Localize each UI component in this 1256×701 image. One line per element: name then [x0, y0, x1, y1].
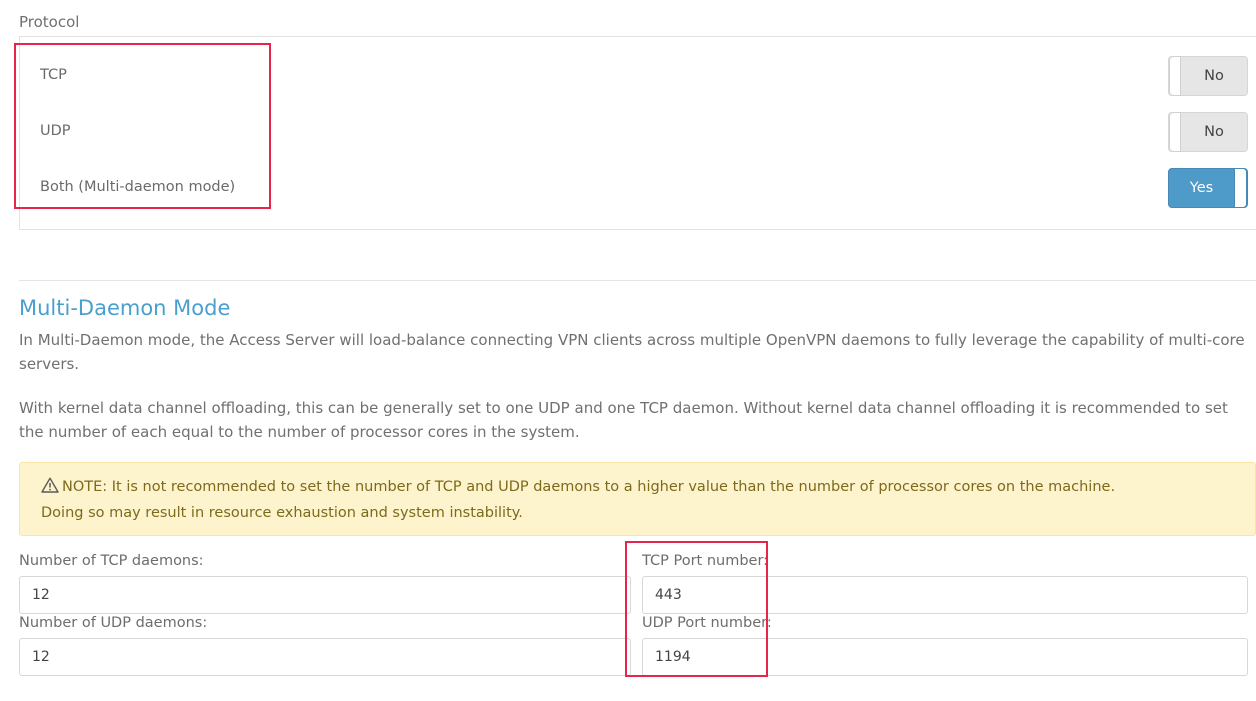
toggle-knob — [1169, 56, 1181, 96]
warning-triangle-icon — [41, 477, 59, 501]
udp-toggle[interactable]: No — [1168, 112, 1248, 152]
highlight-box-protocols — [14, 43, 271, 209]
description-paragraph-2: With kernel data channel offloading, thi… — [19, 399, 1228, 441]
section-divider — [19, 280, 1256, 281]
tcp-daemons-input[interactable] — [19, 576, 631, 614]
both-toggle[interactable]: Yes — [1168, 168, 1248, 208]
toggle-state: No — [1204, 124, 1224, 140]
udp-daemons-label: Number of UDP daemons: — [19, 615, 208, 631]
tcp-daemons-label: Number of TCP daemons: — [19, 553, 204, 569]
toggle-knob — [1169, 112, 1181, 152]
tcp-toggle[interactable]: No — [1168, 56, 1248, 96]
udp-daemons-input[interactable] — [19, 638, 631, 676]
section-title: Multi-Daemon Mode — [19, 296, 231, 320]
protocol-label: Protocol — [19, 13, 80, 31]
toggle-state: Yes — [1189, 180, 1214, 196]
toggle-state: No — [1204, 68, 1224, 84]
warning-note: NOTE: It is not recommended to set the n… — [19, 462, 1256, 536]
toggle-knob — [1234, 168, 1247, 208]
warning-note-text: NOTE: It is not recommended to set the n… — [41, 479, 1116, 521]
highlight-box-ports — [625, 541, 768, 677]
description-paragraph-1: In Multi-Daemon mode, the Access Server … — [19, 331, 1245, 373]
